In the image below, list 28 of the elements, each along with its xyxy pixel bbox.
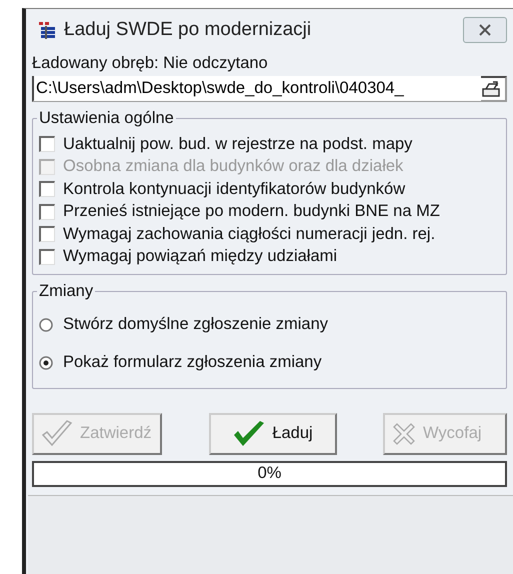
- folder-icon[interactable]: [481, 80, 501, 98]
- checkbox[interactable]: [39, 204, 55, 220]
- parcel-label: Ładowany obręb: Nie odczytano: [32, 53, 269, 74]
- path-field[interactable]: C:\Users\adm\Desktop\swde_do_kontroli\040304_: [32, 76, 507, 102]
- group-title: Ustawienia ogólne: [37, 108, 176, 128]
- check-icon: [40, 418, 74, 449]
- checkbox[interactable]: [39, 136, 55, 152]
- radio-label: Pokaż formularz zgłoszenia zmiany: [63, 352, 322, 374]
- radio-label: Stwórz domyślne zgłoszenie zmiany: [63, 314, 328, 336]
- close-button[interactable]: [463, 17, 507, 43]
- checkbox-label: Osobna zmiana dla budynków oraz dla działek: [63, 156, 404, 178]
- app-icon: [38, 21, 56, 39]
- checkbox-label: Kontrola kontynuacji identyfikatorów budynków: [63, 178, 406, 200]
- checkbox-label: Przenieś istniejące po modern. budynki BNE na MZ: [63, 201, 440, 222]
- checkbox-label: Wymagaj powiązań między udziałami: [63, 246, 338, 268]
- close-icon: [478, 24, 492, 36]
- checkbox[interactable]: [39, 181, 55, 197]
- radio-button[interactable]: [39, 318, 53, 332]
- cross-icon: [391, 420, 417, 447]
- checkbox-label: Wymagaj zachowania ciągłości numeracji jedn. rej.: [63, 224, 436, 245]
- check-icon: [232, 420, 266, 448]
- progress-text: 0%: [258, 463, 282, 484]
- window-title: Ładuj SWDE po modernizacji: [64, 18, 312, 42]
- checkbox-label: Uaktualnij pow. bud. w rejestrze na podst. mapy: [63, 134, 412, 155]
- checkbox[interactable]: [39, 226, 55, 242]
- load-button[interactable]: Ładuj: [208, 412, 336, 455]
- radio-button[interactable]: [39, 356, 53, 370]
- checkbox[interactable]: [39, 248, 55, 264]
